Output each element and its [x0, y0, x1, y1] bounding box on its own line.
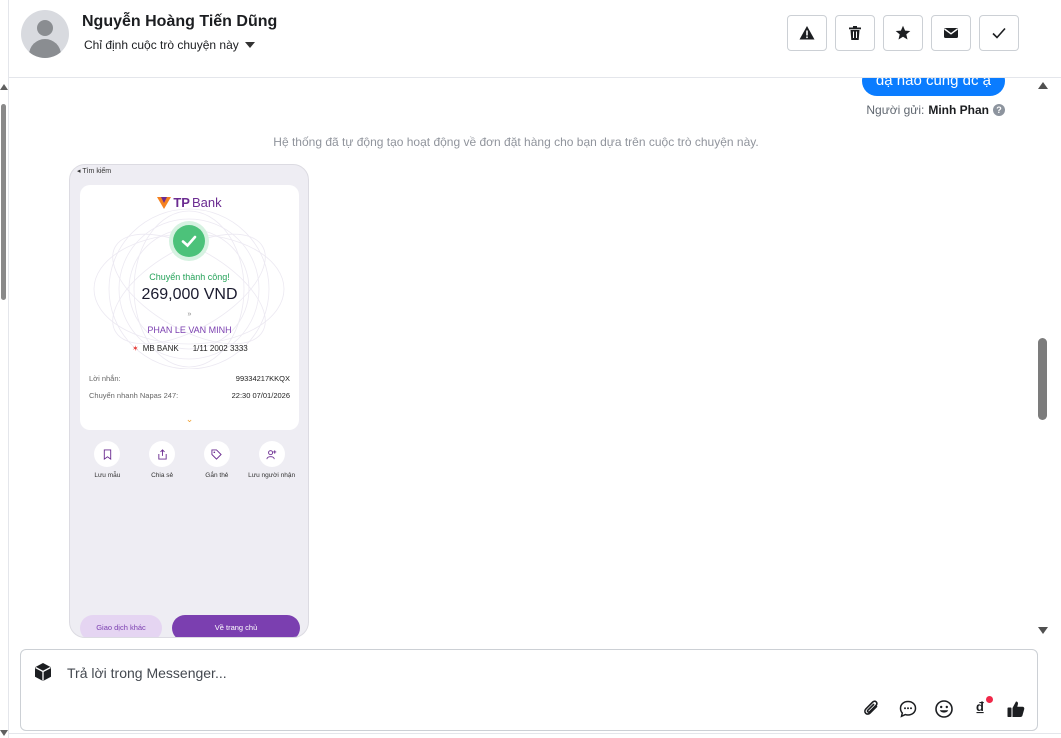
emoji-icon — [935, 700, 953, 718]
receipt-action-save-recipient: Lưu người nhận — [248, 441, 296, 480]
like-button[interactable] — [1005, 698, 1027, 720]
bookmark-icon — [103, 448, 112, 460]
receipt-card: TP Bank Chuyển thành công! 269,000 VND » … — [80, 185, 299, 430]
thumbs-up-icon — [1007, 701, 1025, 717]
receipt-action-label: Chia sẻ — [151, 472, 174, 479]
composer-tools: ₫ — [861, 696, 1027, 720]
page-scrollbar[interactable] — [0, 82, 8, 738]
checkmark-icon — [181, 235, 197, 248]
sender-name: Minh Phan — [928, 103, 989, 117]
avatar-head — [37, 20, 53, 36]
message-thread[interactable]: dạ hao cũng dc ạ Người gửi: Minh Phan ? … — [9, 78, 1035, 638]
mb-bank-logo-icon: ✶ — [132, 344, 139, 353]
mark-spam-button[interactable] — [787, 15, 827, 51]
message-value: 99334217KKQX — [235, 374, 290, 383]
mark-done-button[interactable] — [979, 15, 1019, 51]
receipt-action-label: Gắn thẻ — [205, 472, 229, 479]
logo-tp: TP — [173, 195, 190, 210]
expand-chevron-icon: ⌄ — [185, 414, 194, 424]
avatar-body — [29, 39, 61, 58]
emoji-button[interactable] — [933, 698, 955, 720]
tag-icon — [211, 448, 223, 460]
paperclip-icon — [864, 700, 878, 715]
tpbank-mark-icon — [157, 196, 172, 209]
scroll-up-arrow[interactable] — [0, 84, 8, 90]
chevrons-down-icon: » — [187, 311, 192, 318]
cube-icon[interactable] — [33, 662, 53, 682]
trash-icon — [849, 26, 861, 40]
recipient-name: PHAN LE VAN MINH — [147, 325, 232, 335]
payment-button[interactable]: ₫ — [969, 696, 993, 720]
success-check-icon — [173, 225, 205, 257]
notification-dot — [986, 696, 993, 703]
attach-button[interactable] — [861, 698, 883, 720]
receipt-back-label: ◂ Tìm kiếm — [77, 168, 112, 175]
scroll-thumb[interactable] — [1038, 338, 1047, 420]
message-row: Lời nhắn: 99334217KKQX — [89, 374, 290, 383]
share-icon — [158, 448, 167, 460]
sender-info: Người gửi: Minh Phan ? — [866, 103, 1005, 117]
delete-button[interactable] — [835, 15, 875, 51]
transfer-value: 22:30 07/01/2026 — [231, 391, 290, 400]
other-transaction-button: Giao dịch khác — [80, 615, 162, 637]
receipt-action-label: Lưu người nhận — [248, 472, 296, 479]
help-icon[interactable]: ? — [993, 104, 1005, 116]
transfer-label: Chuyển nhanh Napas 247: — [89, 391, 179, 400]
contact-name[interactable]: Nguyễn Hoàng Tiến Dũng — [82, 13, 277, 31]
star-button[interactable] — [883, 15, 923, 51]
caret-down-icon — [244, 42, 255, 48]
dong-icon: ₫ — [975, 698, 985, 719]
saved-replies-button[interactable] — [897, 698, 919, 720]
receipt-image[interactable]: ◂ Tìm kiếm TP Bank Chuyển thành công! 26… — [69, 164, 309, 638]
receipt-action-share: Chia sẻ — [138, 441, 186, 480]
assign-conversation-dropdown[interactable]: Chỉ định cuộc trò chuyện này — [84, 38, 255, 52]
receipt-actions: Lưu mẫu Chia sẻ Gắn thẻ Lưu người nhận — [80, 441, 299, 480]
tpbank-logo: TP Bank — [80, 195, 299, 210]
transfer-status: Chuyển thành công! — [149, 272, 230, 282]
bottom-divider — [9, 733, 1061, 734]
system-note: Hệ thống đã tự động tạo hoạt động về đơn… — [273, 135, 759, 149]
message-bubble[interactable]: dạ hao cũng dc ạ — [861, 78, 1005, 96]
messenger-inbox: Nguyễn Hoàng Tiến Dũng Chỉ định cuộc trò… — [0, 0, 1061, 738]
reply-composer: ₫ — [20, 649, 1038, 731]
conversation-header: Nguyễn Hoàng Tiến Dũng Chỉ định cuộc trò… — [9, 0, 1061, 78]
account-number: 1/11 2002 3333 — [192, 344, 248, 353]
star-icon — [895, 25, 911, 40]
avatar[interactable] — [21, 10, 69, 58]
bank-name: MB BANK — [142, 344, 179, 353]
envelope-icon — [944, 28, 958, 38]
sender-prefix: Người gửi: — [866, 103, 925, 117]
thread-scrollbar[interactable] — [1035, 78, 1051, 638]
scroll-down-arrow[interactable] — [1038, 627, 1048, 634]
assign-label: Chỉ định cuộc trò chuyện này — [84, 38, 239, 52]
receipt-action-save-template: Lưu mẫu — [83, 441, 131, 480]
header-actions — [787, 15, 1019, 51]
receipt-action-label: Lưu mẫu — [94, 472, 121, 479]
transfer-amount: 269,000 VND — [141, 286, 238, 303]
transfer-time-row: Chuyển nhanh Napas 247: 22:30 07/01/2026 — [89, 391, 290, 400]
scroll-up-arrow[interactable] — [1038, 82, 1048, 89]
mark-unread-button[interactable] — [931, 15, 971, 51]
recipient-bank-row: ✶ MB BANK 1/11 2002 3333 — [132, 344, 248, 353]
chat-bubble-icon — [899, 700, 917, 718]
logo-bank: Bank — [191, 195, 222, 210]
check-icon — [992, 27, 1006, 39]
alert-icon — [799, 26, 815, 40]
add-contact-icon — [266, 449, 277, 459]
scroll-down-arrow[interactable] — [0, 730, 8, 736]
scroll-thumb[interactable] — [1, 104, 6, 300]
receipt-action-tag: Gắn thẻ — [193, 441, 241, 480]
reply-input[interactable] — [67, 662, 767, 684]
home-button: Về trang chủ — [172, 615, 300, 637]
message-label: Lời nhắn: — [89, 374, 121, 383]
